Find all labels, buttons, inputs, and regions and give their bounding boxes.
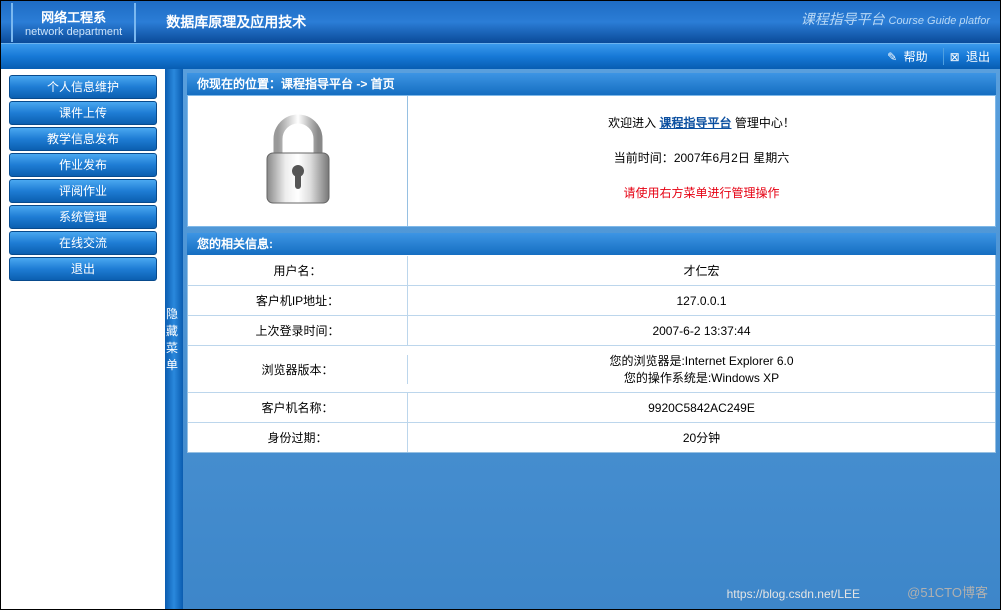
info-value: 9920C5842AC249E bbox=[408, 395, 995, 421]
subheader: ✎ 帮助 ⊠ 退出 bbox=[1, 43, 1000, 69]
sidebar-item-system[interactable]: 系统管理 bbox=[9, 205, 157, 229]
sidebar-item-review[interactable]: 评阅作业 bbox=[9, 179, 157, 203]
platform-label: 课程指导平台 Course Guide platfor bbox=[801, 9, 990, 29]
lock-icon bbox=[253, 111, 343, 211]
help-icon: ✎ bbox=[887, 50, 897, 64]
sidebar-item-upload[interactable]: 课件上传 bbox=[9, 101, 157, 125]
sidebar-item-exit[interactable]: 退出 bbox=[9, 257, 157, 281]
logout-link[interactable]: ⊠ 退出 bbox=[943, 48, 990, 65]
info-title: 您的相关信息: bbox=[187, 233, 996, 255]
logout-icon: ⊠ bbox=[950, 50, 960, 64]
course-title: 数据库原理及应用技术 bbox=[166, 12, 306, 32]
sidebar-item-teachinfo[interactable]: 教学信息发布 bbox=[9, 127, 157, 151]
welcome-prefix: 欢迎进入 bbox=[608, 116, 656, 130]
dept-cn: 网络工程系 bbox=[25, 7, 122, 26]
info-label: 客户机IP地址： bbox=[188, 286, 408, 315]
info-label: 身份过期： bbox=[188, 423, 408, 452]
info-value: 才仁宏 bbox=[408, 256, 995, 285]
watermark: @51CTO博客 bbox=[907, 582, 988, 601]
info-row-lastlogin: 上次登录时间： 2007-6-2 13:37:44 bbox=[188, 315, 995, 345]
info-row-hostname: 客户机名称： 9920C5842AC249E bbox=[188, 392, 995, 422]
info-label: 浏览器版本： bbox=[188, 355, 408, 384]
welcome-line1: 欢迎进入 课程指导平台 管理中心！ bbox=[408, 114, 995, 131]
department-box: 网络工程系 network department bbox=[11, 3, 136, 42]
sidebar: 个人信息维护 课件上传 教学信息发布 作业发布 评阅作业 系统管理 在线交流 退… bbox=[1, 69, 165, 609]
info-label: 用户名： bbox=[188, 256, 408, 285]
help-label: 帮助 bbox=[904, 50, 928, 64]
platform-cn: 课程指导平台 bbox=[801, 11, 885, 27]
welcome-cell: 欢迎进入 课程指导平台 管理中心！ 当前时间：2007年6月2日 星期六 请使用… bbox=[408, 96, 995, 226]
info-value: 2007-6-2 13:37:44 bbox=[408, 318, 995, 344]
welcome-panel: 欢迎进入 课程指导平台 管理中心！ 当前时间：2007年6月2日 星期六 请使用… bbox=[187, 95, 996, 227]
info-row-browser: 浏览器版本： 您的浏览器是:Internet Explorer 6.0 您的操作… bbox=[188, 345, 995, 392]
welcome-platform-link[interactable]: 课程指导平台 bbox=[659, 116, 731, 130]
sidebar-item-chat[interactable]: 在线交流 bbox=[9, 231, 157, 255]
info-value: 您的浏览器是:Internet Explorer 6.0 您的操作系统是:Win… bbox=[408, 346, 995, 392]
header: 网络工程系 network department 数据库原理及应用技术 课程指导… bbox=[1, 1, 1000, 43]
info-row-username: 用户名： 才仁宏 bbox=[188, 255, 995, 285]
help-link[interactable]: ✎ 帮助 bbox=[881, 48, 927, 65]
welcome-suffix: 管理中心！ bbox=[735, 116, 795, 130]
info-label: 上次登录时间： bbox=[188, 316, 408, 345]
info-value: 20分钟 bbox=[408, 423, 995, 452]
toggle-menu-label: 隐藏菜单 bbox=[166, 305, 182, 373]
info-label: 客户机名称： bbox=[188, 393, 408, 422]
breadcrumb: 你现在的位置：课程指导平台 -> 首页 bbox=[187, 73, 996, 95]
info-table: 用户名： 才仁宏 客户机IP地址： 127.0.0.1 上次登录时间： 2007… bbox=[187, 255, 996, 453]
main: 你现在的位置：课程指导平台 -> 首页 bbox=[183, 69, 1000, 609]
logout-label: 退出 bbox=[966, 50, 990, 64]
toggle-menu-bar[interactable]: 隐藏菜单 bbox=[165, 69, 183, 609]
welcome-hint: 请使用右方菜单进行管理操作 bbox=[408, 184, 995, 201]
info-row-expire: 身份过期： 20分钟 bbox=[188, 422, 995, 452]
sidebar-item-profile[interactable]: 个人信息维护 bbox=[9, 75, 157, 99]
watermark-url: https://blog.csdn.net/LEE bbox=[727, 587, 860, 601]
lock-cell bbox=[188, 96, 408, 226]
dept-en: network department bbox=[25, 26, 122, 38]
welcome-time: 当前时间：2007年6月2日 星期六 bbox=[408, 149, 995, 166]
info-row-ip: 客户机IP地址： 127.0.0.1 bbox=[188, 285, 995, 315]
platform-en: Course Guide platfor bbox=[889, 15, 991, 27]
info-value: 127.0.0.1 bbox=[408, 288, 995, 314]
sidebar-item-homework[interactable]: 作业发布 bbox=[9, 153, 157, 177]
